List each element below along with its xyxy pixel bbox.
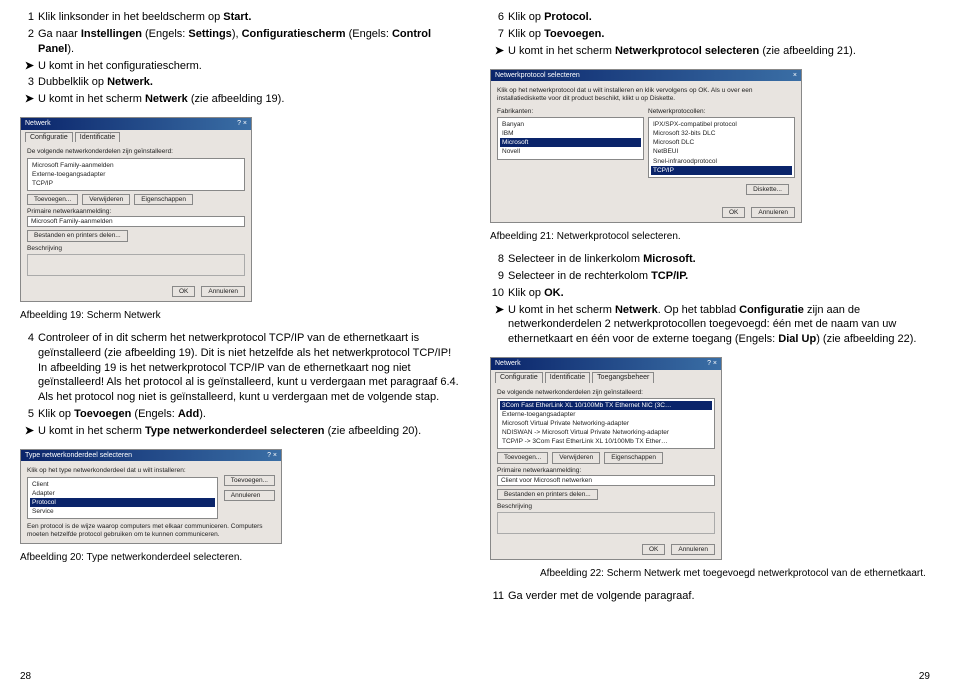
caption-21: Afbeelding 21: Netwerkprotocol selectere… — [490, 231, 930, 242]
screenshot-22: Netwerk? × ConfiguratieIdentificatieToeg… — [490, 357, 722, 560]
page-number-right: 29 — [919, 671, 930, 682]
caption-20: Afbeelding 20: Type netwerkonderdeel sel… — [20, 552, 460, 563]
page-number-left: 28 — [20, 671, 31, 682]
screenshot-21: Netwerkprotocol selecteren× Klik op het … — [490, 69, 802, 224]
caption-19: Afbeelding 19: Scherm Netwerk — [20, 310, 460, 321]
caption-22: Afbeelding 22: Scherm Netwerk met toegev… — [490, 568, 930, 579]
left-column: 1Klik linksonder in het beeldscherm op S… — [20, 10, 460, 606]
screenshot-20: Type netwerkonderdeel selecteren? × Klik… — [20, 449, 282, 544]
right-column: 6Klik op Protocol. 7Klik op Toevoegen. ➤… — [490, 10, 930, 606]
screenshot-19: Netwerk? × ConfiguratieIdentificatie De … — [20, 117, 252, 302]
